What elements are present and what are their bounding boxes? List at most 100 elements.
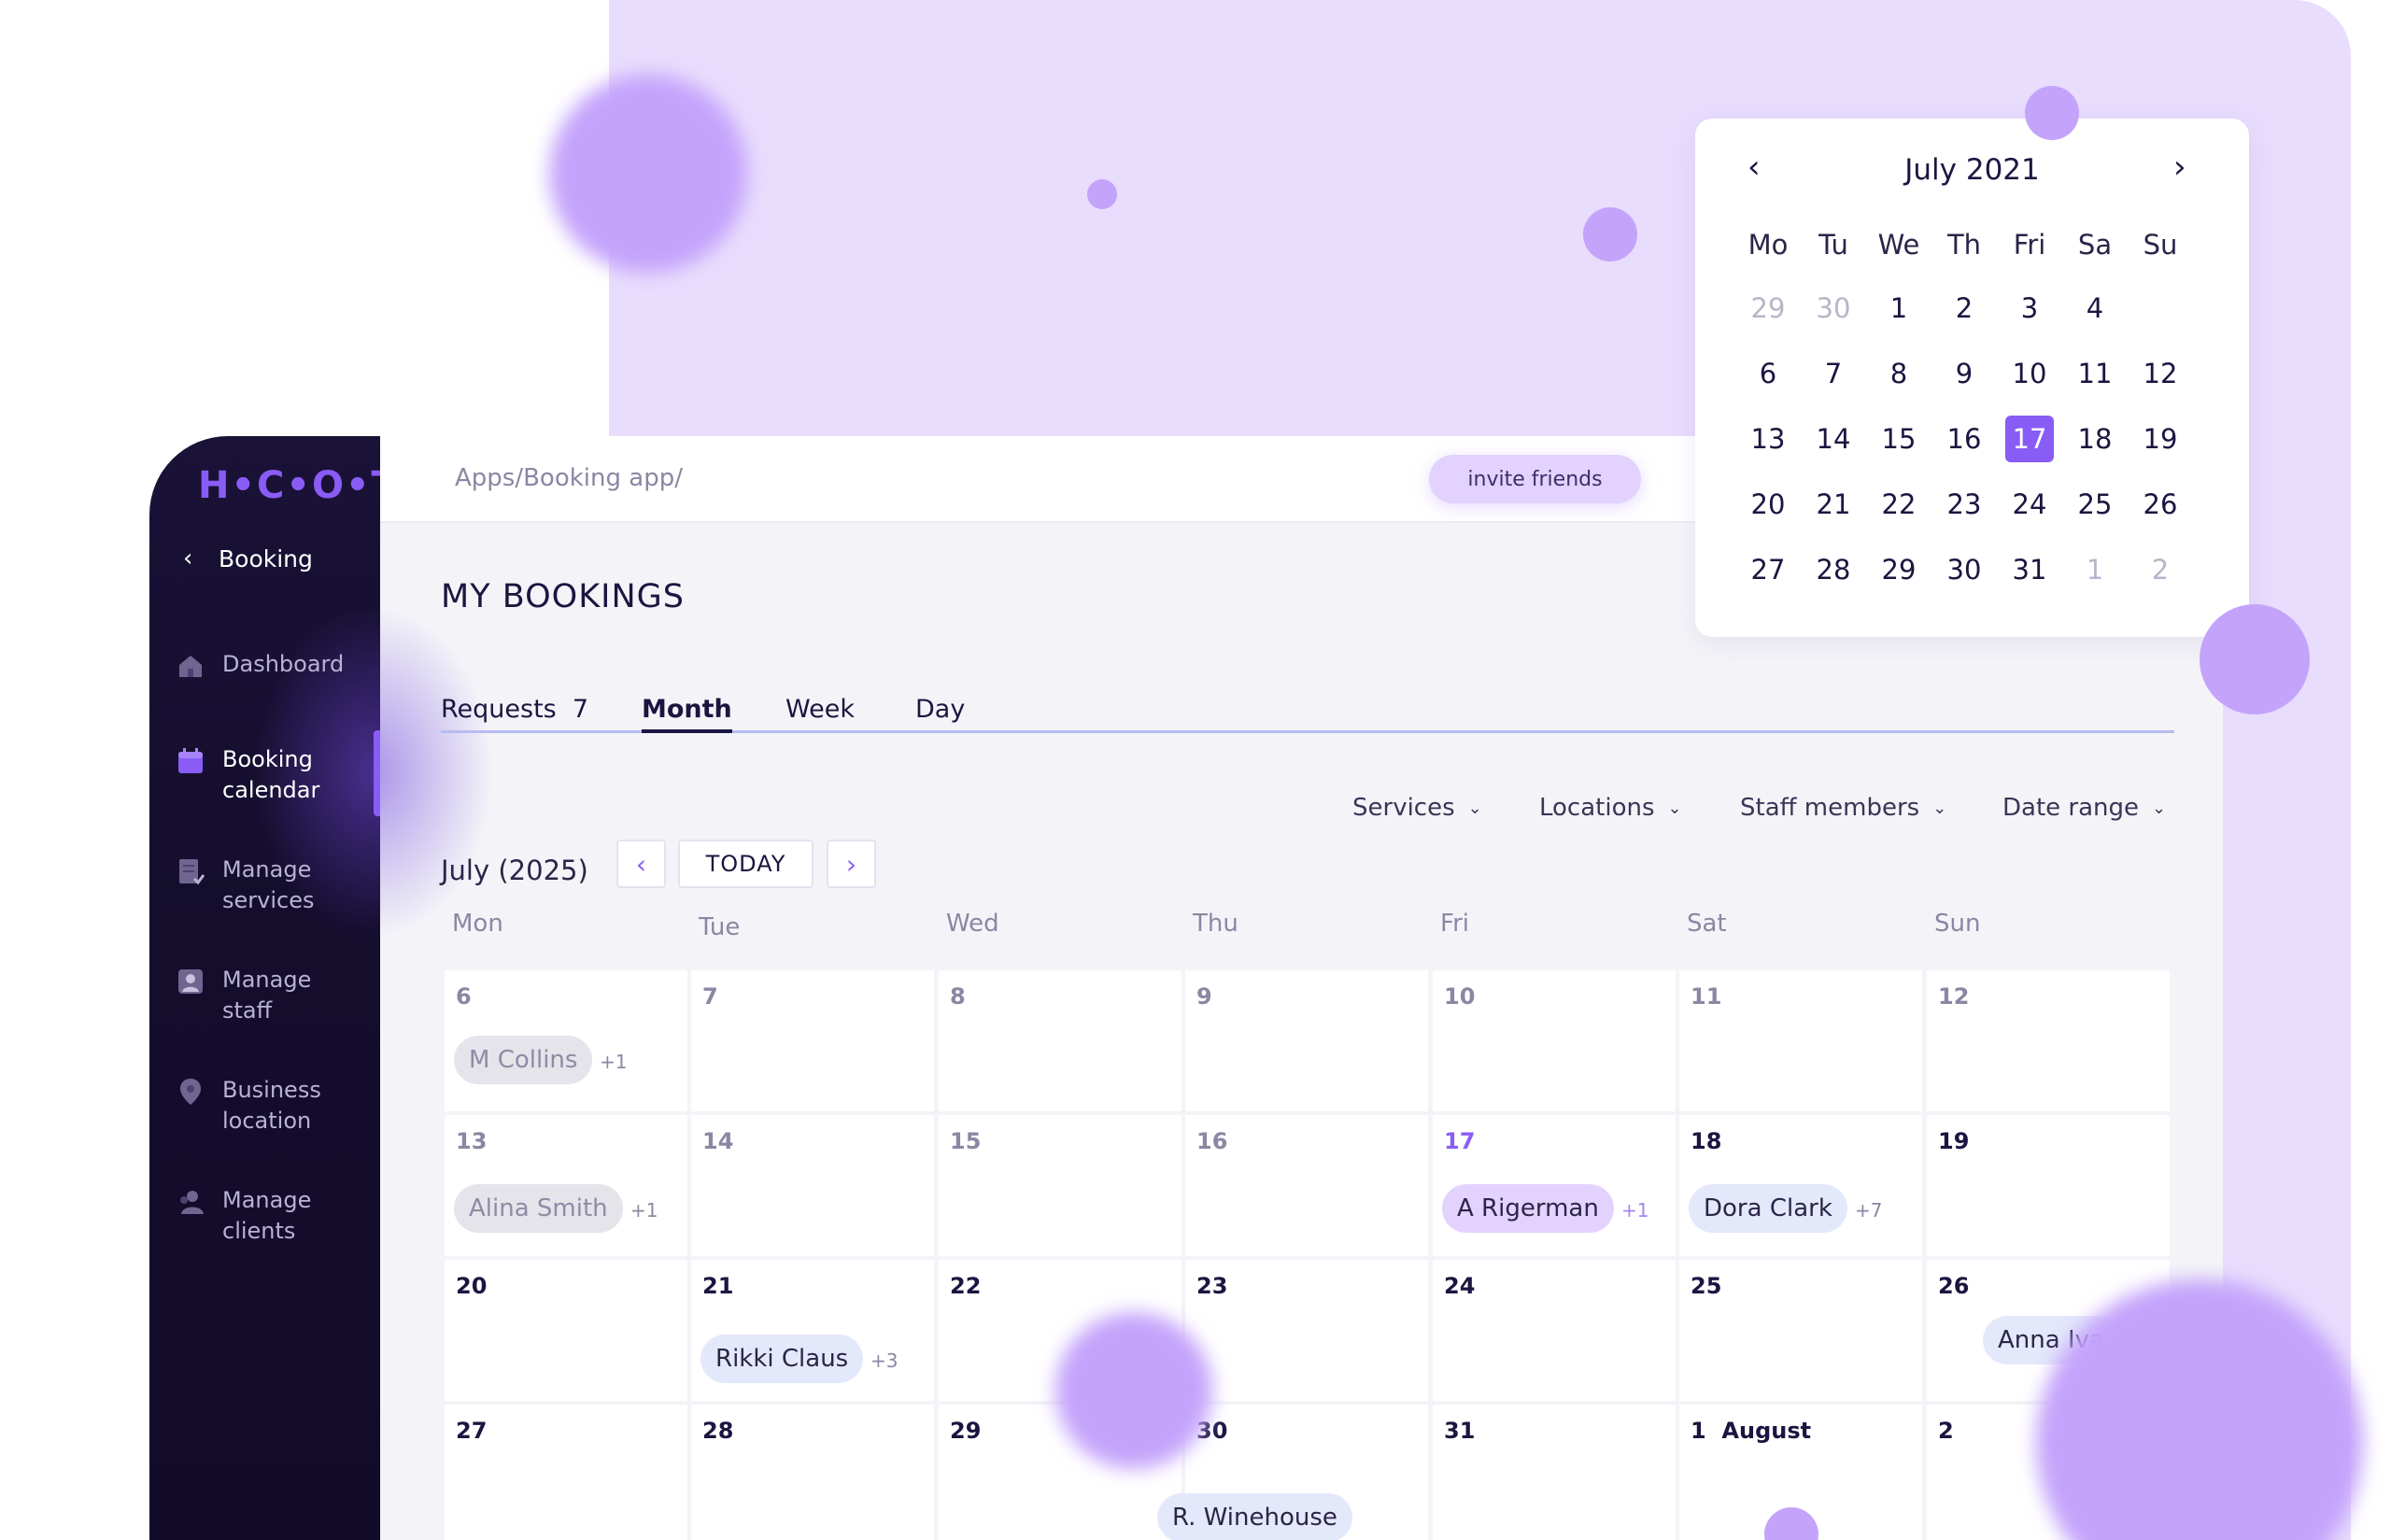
calendar-day-cell[interactable]: 18 Dora Clark +7	[1679, 1115, 1922, 1256]
breadcrumb[interactable]: Apps/Booking app/	[455, 464, 683, 492]
picker-day[interactable]: 22	[1875, 481, 1923, 528]
picker-day[interactable]: 12	[2136, 350, 2185, 397]
picker-day[interactable]: 1	[2071, 546, 2119, 593]
booking-chip[interactable]: R. Winehouse	[1157, 1493, 1352, 1540]
booking-chip[interactable]: M Collins	[454, 1036, 593, 1084]
calendar-day-cell[interactable]: 17 A Rigerman +1	[1433, 1115, 1676, 1256]
date-range-filter[interactable]: Date range ⌄	[2002, 794, 2166, 822]
booking-chip[interactable]: Dora Clark	[1689, 1184, 1847, 1233]
services-filter[interactable]: Services ⌄	[1352, 794, 1482, 822]
picker-day[interactable]: 25	[2071, 481, 2119, 528]
day-number: 1 August	[1691, 1418, 1812, 1444]
calendar-day-cell[interactable]: 13 Alina Smith +1	[445, 1115, 687, 1256]
picker-day[interactable]: 1	[1875, 285, 1923, 332]
picker-day[interactable]: 10	[2005, 350, 2054, 397]
picker-day[interactable]: 26	[2136, 481, 2185, 528]
picker-day[interactable]: 13	[1744, 416, 1792, 462]
calendar-day-cell[interactable]: 9	[1185, 970, 1428, 1111]
calendar-day-cell[interactable]: 11	[1679, 970, 1922, 1111]
calendar-day-cell[interactable]: 25	[1679, 1260, 1922, 1401]
more-bookings-count[interactable]: +7	[1855, 1199, 1882, 1222]
picker-next-month-arrow[interactable]: ›	[2173, 148, 2186, 186]
sidebar-item-manage-clients[interactable]: Manage clients	[176, 1185, 372, 1247]
picker-day[interactable]: 29	[1744, 285, 1792, 332]
calendar-day-cell[interactable]: 19	[1927, 1115, 2170, 1256]
more-bookings-count[interactable]: +1	[630, 1199, 658, 1222]
staff-icon	[178, 969, 203, 994]
picker-day[interactable]: 14	[1809, 416, 1858, 462]
booking-chip[interactable]: A Rigerman	[1442, 1184, 1614, 1233]
today-button[interactable]: TODAY	[678, 840, 814, 888]
calendar-day-cell[interactable]: 12	[1927, 970, 2170, 1111]
more-bookings-count[interactable]: +1	[600, 1051, 627, 1073]
calendar-day-cell[interactable]: 7	[691, 970, 934, 1111]
calendar-day-cell[interactable]: 15	[939, 1115, 1181, 1256]
more-bookings-count[interactable]: +3	[870, 1349, 898, 1372]
calendar-day-cell[interactable]: 30 R. Winehouse	[1157, 1405, 1428, 1540]
picker-day[interactable]: 18	[2071, 416, 2119, 462]
picker-day-selected[interactable]: 17	[2005, 416, 2054, 462]
next-month-button[interactable]: ›	[827, 840, 876, 888]
picker-day[interactable]: 16	[1940, 416, 1988, 462]
calendar-day-cell[interactable]: 8	[939, 970, 1181, 1111]
decor-bubble	[1055, 1312, 1212, 1469]
calendar-day-cell[interactable]: 10	[1433, 970, 1676, 1111]
calendar-day-cell[interactable]: 20	[445, 1260, 687, 1401]
day-number: 14	[702, 1128, 734, 1154]
picker-day[interactable]: 21	[1809, 481, 1858, 528]
invite-friends-button[interactable]: invite friends	[1429, 455, 1641, 503]
staff-members-filter[interactable]: Staff members ⌄	[1740, 794, 1946, 822]
day-number: 25	[1691, 1273, 1722, 1299]
tab-day[interactable]: Day	[915, 695, 965, 724]
picker-weekday-label: Tu	[1818, 229, 1848, 261]
picker-day[interactable]: 29	[1875, 546, 1923, 593]
picker-day[interactable]: 4	[2071, 285, 2119, 332]
picker-day[interactable]: 2	[2136, 546, 2185, 593]
picker-day[interactable]: 11	[2071, 350, 2119, 397]
picker-day[interactable]: 3	[2005, 285, 2054, 332]
calendar-day-cell[interactable]: 16	[1185, 1115, 1428, 1256]
picker-day[interactable]: 30	[1940, 546, 1988, 593]
tab-requests[interactable]: Requests 7	[441, 695, 588, 724]
checklist-icon	[179, 859, 205, 885]
picker-day[interactable]: 9	[1940, 350, 1988, 397]
sidebar-item-business-location[interactable]: Business location	[176, 1075, 372, 1137]
day-number: 15	[950, 1128, 982, 1154]
picker-day[interactable]: 15	[1875, 416, 1923, 462]
picker-day[interactable]: 24	[2005, 481, 2054, 528]
back-to-booking-link[interactable]: ‹ Booking	[183, 544, 313, 572]
calendar-day-cell[interactable]: 21 Rikki Claus +3	[691, 1260, 934, 1401]
brand-logo[interactable]: H•C•O•T	[198, 464, 399, 511]
picker-day[interactable]: 19	[2136, 416, 2185, 462]
picker-day[interactable]: 6	[1744, 350, 1792, 397]
picker-day[interactable]: 20	[1744, 481, 1792, 528]
picker-day[interactable]: 7	[1809, 350, 1858, 397]
sidebar-item-booking-calendar[interactable]: Booking calendar	[176, 744, 372, 806]
sidebar-item-manage-staff[interactable]: Manage staff	[176, 965, 372, 1026]
picker-day[interactable]: 30	[1809, 285, 1858, 332]
picker-day[interactable]: 31	[2005, 546, 2054, 593]
locations-filter[interactable]: Locations ⌄	[1539, 794, 1682, 822]
booking-chip[interactable]: Alina Smith	[454, 1184, 623, 1233]
calendar-day-cell[interactable]: 31	[1433, 1405, 1676, 1540]
picker-day[interactable]: 23	[1940, 481, 1988, 528]
calendar-day-cell[interactable]: 24	[1433, 1260, 1676, 1401]
prev-month-button[interactable]: ‹	[616, 840, 666, 888]
calendar-day-cell[interactable]: 28	[691, 1405, 934, 1540]
calendar-day-cell[interactable]: 23	[1185, 1260, 1428, 1401]
tab-week[interactable]: Week	[785, 695, 855, 724]
calendar-day-cell[interactable]: 27	[445, 1405, 687, 1540]
more-bookings-count[interactable]: +1	[1621, 1199, 1648, 1222]
picker-day[interactable]: 27	[1744, 546, 1792, 593]
sidebar-item-dashboard[interactable]: Dashboard	[176, 649, 372, 681]
calendar-day-cell[interactable]: 6 M Collins +1	[445, 970, 687, 1111]
calendar-day-cell[interactable]: 14	[691, 1115, 934, 1256]
picker-day[interactable]: 8	[1875, 350, 1923, 397]
decor-dot	[1087, 179, 1117, 209]
picker-day[interactable]: 2	[1940, 285, 1988, 332]
picker-day[interactable]: 28	[1809, 546, 1858, 593]
booking-chip[interactable]: Rikki Claus	[700, 1335, 864, 1383]
active-indicator	[374, 730, 380, 816]
tab-month[interactable]: Month	[642, 695, 732, 733]
sidebar-item-manage-services[interactable]: Manage services	[176, 855, 372, 916]
